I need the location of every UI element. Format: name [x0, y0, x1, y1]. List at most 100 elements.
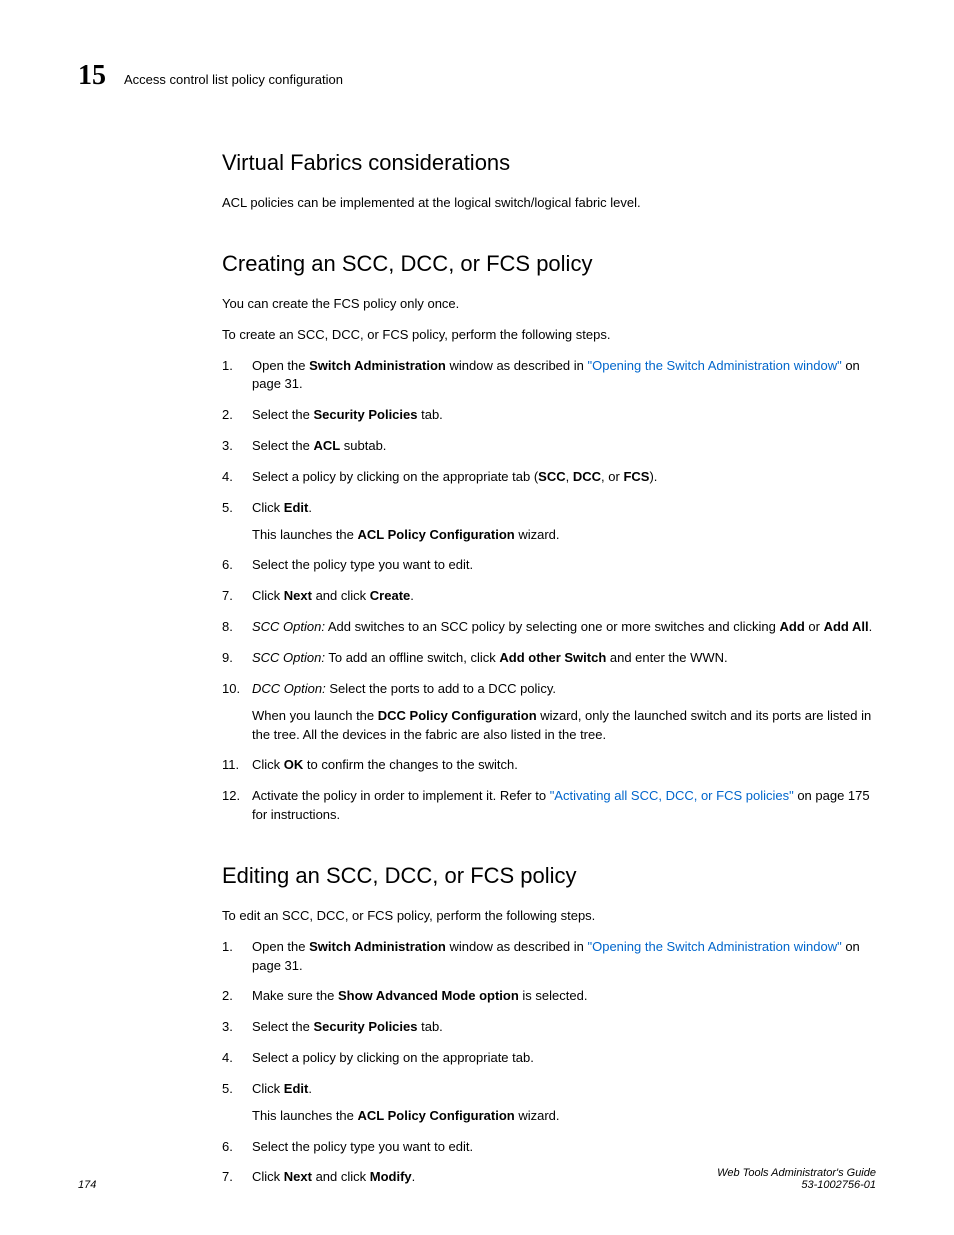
heading-creating-policy: Creating an SCC, DCC, or FCS policy	[222, 251, 876, 277]
text: and enter the WWN.	[606, 650, 727, 665]
step-item: Click Edit. This launches the ACL Policy…	[222, 1080, 876, 1126]
text: ,	[566, 469, 573, 484]
step-item: Select a policy by clicking on the appro…	[222, 468, 876, 487]
text: , or	[601, 469, 623, 484]
step-item: Click OK to confirm the changes to the s…	[222, 756, 876, 775]
ui-term: OK	[284, 757, 304, 772]
option-label: SCC Option:	[252, 619, 325, 634]
option-label: SCC Option:	[252, 650, 325, 665]
paragraph: To create an SCC, DCC, or FCS policy, pe…	[222, 326, 876, 345]
ui-term: Show Advanced Mode option	[338, 988, 519, 1003]
text: Add switches to an SCC policy by selecti…	[325, 619, 780, 634]
text: tab.	[418, 407, 443, 422]
text: Select the	[252, 1019, 313, 1034]
section-creating-policy: Creating an SCC, DCC, or FCS policy You …	[222, 251, 876, 825]
doc-title: Web Tools Administrator's Guide	[717, 1167, 876, 1179]
ui-term: Switch Administration	[309, 358, 446, 373]
text: To add an offline switch, click	[325, 650, 499, 665]
step-item: Open the Switch Administration window as…	[222, 357, 876, 395]
step-item: Click Edit. This launches the ACL Policy…	[222, 499, 876, 545]
text: Open the	[252, 939, 309, 954]
page-footer: 174 Web Tools Administrator's Guide 53-1…	[78, 1167, 876, 1191]
text: window as described in	[446, 358, 588, 373]
paragraph: ACL policies can be implemented at the l…	[222, 194, 876, 213]
doc-reference: Web Tools Administrator's Guide 53-10027…	[717, 1167, 876, 1191]
text: Click	[252, 1081, 284, 1096]
option-label: DCC Option:	[252, 681, 326, 696]
step-item: Select the Security Policies tab.	[222, 1018, 876, 1037]
ui-term: ACL Policy Configuration	[358, 527, 515, 542]
section-virtual-fabrics: Virtual Fabrics considerations ACL polic…	[222, 150, 876, 213]
step-item: DCC Option: Select the ports to add to a…	[222, 680, 876, 745]
chapter-title: Access control list policy configuration	[124, 72, 343, 87]
page-number: 174	[78, 1179, 96, 1191]
ui-term: SCC	[538, 469, 565, 484]
step-item: Activate the policy in order to implemen…	[222, 787, 876, 825]
step-item: Select a policy by clicking on the appro…	[222, 1049, 876, 1068]
text: and click	[312, 588, 370, 603]
ui-term: Edit	[284, 1081, 309, 1096]
step-note: This launches the ACL Policy Configurati…	[252, 526, 876, 545]
text: wizard.	[515, 1108, 560, 1123]
chapter-number: 15	[78, 60, 106, 92]
ui-term: DCC Policy Configuration	[378, 708, 537, 723]
step-item: SCC Option: To add an offline switch, cl…	[222, 649, 876, 668]
cross-ref-link[interactable]: "Activating all SCC, DCC, or FCS policie…	[550, 788, 794, 803]
text: tab.	[418, 1019, 443, 1034]
text: Make sure the	[252, 988, 338, 1003]
ui-term: DCC	[573, 469, 601, 484]
text: Click	[252, 757, 284, 772]
text: or	[805, 619, 824, 634]
step-note: When you launch the DCC Policy Configura…	[252, 707, 876, 745]
text: Select the	[252, 438, 313, 453]
step-item: Click Next and click Create.	[222, 587, 876, 606]
heading-editing-policy: Editing an SCC, DCC, or FCS policy	[222, 863, 876, 889]
text: Activate the policy in order to implemen…	[252, 788, 550, 803]
text: .	[869, 619, 873, 634]
step-item: Select the ACL subtab.	[222, 437, 876, 456]
heading-virtual-fabrics: Virtual Fabrics considerations	[222, 150, 876, 176]
steps-creating: Open the Switch Administration window as…	[222, 357, 876, 825]
paragraph: To edit an SCC, DCC, or FCS policy, perf…	[222, 907, 876, 926]
section-editing-policy: Editing an SCC, DCC, or FCS policy To ed…	[222, 863, 876, 1187]
step-item: Select the policy type you want to edit.	[222, 556, 876, 575]
cross-ref-link[interactable]: "Opening the Switch Administration windo…	[588, 358, 842, 373]
step-item: SCC Option: Add switches to an SCC polic…	[222, 618, 876, 637]
text: .	[308, 500, 312, 515]
step-item: Open the Switch Administration window as…	[222, 938, 876, 976]
step-note: This launches the ACL Policy Configurati…	[252, 1107, 876, 1126]
ui-term: FCS	[623, 469, 649, 484]
ui-term: Create	[370, 588, 410, 603]
text: This launches the	[252, 1108, 358, 1123]
text: Open the	[252, 358, 309, 373]
paragraph: You can create the FCS policy only once.	[222, 295, 876, 314]
text: Select the ports to add to a DCC policy.	[326, 681, 556, 696]
ui-term: Switch Administration	[309, 939, 446, 954]
ui-term: Edit	[284, 500, 309, 515]
ui-term: ACL Policy Configuration	[358, 1108, 515, 1123]
ui-term: ACL	[313, 438, 340, 453]
step-item: Select the Security Policies tab.	[222, 406, 876, 425]
doc-id: 53-1002756-01	[717, 1179, 876, 1191]
ui-term: Security Policies	[313, 1019, 417, 1034]
steps-editing: Open the Switch Administration window as…	[222, 938, 876, 1188]
text: .	[308, 1081, 312, 1096]
text: Select a policy by clicking on the appro…	[252, 469, 538, 484]
text: Click	[252, 500, 284, 515]
text: This launches the	[252, 527, 358, 542]
ui-term: Security Policies	[313, 407, 417, 422]
text: .	[410, 588, 414, 603]
ui-term: Add All	[824, 619, 869, 634]
ui-term: Add other Switch	[499, 650, 606, 665]
ui-term: Add	[779, 619, 804, 634]
text: When you launch the	[252, 708, 378, 723]
cross-ref-link[interactable]: "Opening the Switch Administration windo…	[588, 939, 842, 954]
step-item: Make sure the Show Advanced Mode option …	[222, 987, 876, 1006]
step-item: Select the policy type you want to edit.	[222, 1138, 876, 1157]
text: subtab.	[340, 438, 386, 453]
ui-term: Next	[284, 588, 312, 603]
text: window as described in	[446, 939, 588, 954]
text: to confirm the changes to the switch.	[303, 757, 518, 772]
text: Select the	[252, 407, 313, 422]
text: ).	[649, 469, 657, 484]
